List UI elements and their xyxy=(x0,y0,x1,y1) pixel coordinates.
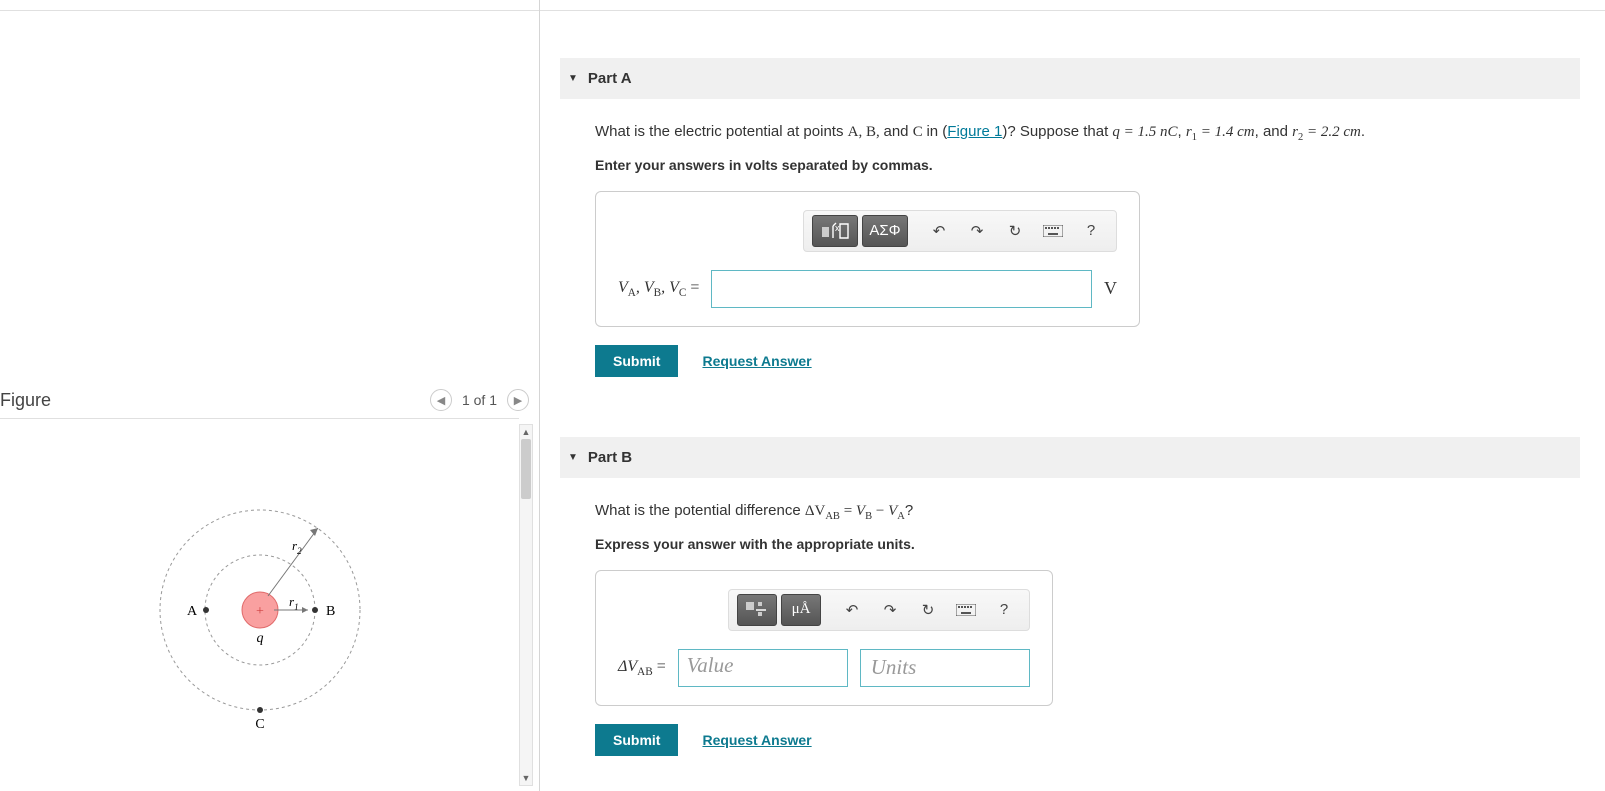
part-b-toolbar: μÅ ↶ ↷ ↻ ? xyxy=(728,589,1030,631)
figure-header: Figure ◀ 1 of 1 ▶ xyxy=(0,386,539,414)
figure-diagram: + q A B C r1 r2 xyxy=(90,470,430,760)
part-a-submit-button[interactable]: Submit xyxy=(595,345,678,377)
part-a-label: VA, VB, VC = xyxy=(618,279,699,299)
help-button[interactable]: ? xyxy=(1074,215,1108,247)
help-button[interactable]: ? xyxy=(987,594,1021,626)
figure-scrollbar[interactable]: ▲ ▼ xyxy=(519,424,533,786)
template-button[interactable] xyxy=(737,594,777,626)
figure-page-indicator: 1 of 1 xyxy=(462,392,497,408)
part-a-request-link[interactable]: Request Answer xyxy=(702,353,811,369)
reset-button[interactable]: ↻ xyxy=(998,215,1032,247)
part-a-answer-box: x ΑΣΦ ↶ ↷ ↻ ? VA, VB, VC = xyxy=(595,191,1140,327)
part-b-title: Part B xyxy=(588,449,632,466)
greek-button[interactable]: ΑΣΦ xyxy=(862,215,908,247)
svg-text:r1: r1 xyxy=(289,594,299,612)
scroll-thumb[interactable] xyxy=(521,439,531,499)
part-b-label: ΔVAB = xyxy=(618,658,666,678)
redo-button[interactable]: ↷ xyxy=(960,215,994,247)
figure-viewport: + q A B C r1 r2 xyxy=(0,420,520,790)
scroll-up-icon[interactable]: ▲ xyxy=(520,425,532,439)
part-a-input[interactable] xyxy=(711,270,1092,308)
part-b-body: What is the potential difference ΔVAB = … xyxy=(560,478,1605,776)
keyboard-button[interactable] xyxy=(949,594,983,626)
part-a-instruction: Enter your answers in volts separated by… xyxy=(595,157,1585,173)
template-button[interactable]: x xyxy=(812,215,858,247)
part-b-header[interactable]: ▼ Part B xyxy=(560,437,1580,478)
figure-panel: Figure ◀ 1 of 1 ▶ + q A B xyxy=(0,0,540,791)
part-a-toolbar: x ΑΣΦ ↶ ↷ ↻ ? xyxy=(803,210,1117,252)
figure-next-button[interactable]: ▶ xyxy=(507,389,529,411)
units-symbol-button[interactable]: μÅ xyxy=(781,594,821,626)
svg-text:+: + xyxy=(256,604,264,619)
reset-button[interactable]: ↻ xyxy=(911,594,945,626)
part-b-request-link[interactable]: Request Answer xyxy=(702,732,811,748)
svg-text:C: C xyxy=(255,717,264,732)
part-b-question: What is the potential difference ΔVAB = … xyxy=(595,498,1585,526)
svg-text:r2: r2 xyxy=(292,538,302,556)
part-b-actions: Submit Request Answer xyxy=(595,724,1585,756)
part-a-title: Part A xyxy=(588,70,632,87)
redo-button[interactable]: ↷ xyxy=(873,594,907,626)
figure-prev-button[interactable]: ◀ xyxy=(430,389,452,411)
part-b-units-input[interactable] xyxy=(860,649,1030,687)
svg-text:A: A xyxy=(187,604,198,619)
svg-text:x: x xyxy=(835,223,840,233)
svg-text:B: B xyxy=(326,604,335,619)
part-b-answer-box: μÅ ↶ ↷ ↻ ? ΔVAB = xyxy=(595,570,1053,706)
part-a-header[interactable]: ▼ Part A xyxy=(560,58,1580,99)
content-panel: ▼ Part A What is the electric potential … xyxy=(540,0,1605,791)
part-b-instruction: Express your answer with the appropriate… xyxy=(595,536,1585,552)
part-b-submit-button[interactable]: Submit xyxy=(595,724,678,756)
part-a-actions: Submit Request Answer xyxy=(595,345,1585,377)
part-a-body: What is the electric potential at points… xyxy=(560,99,1605,397)
figure-link[interactable]: Figure 1 xyxy=(947,123,1002,140)
undo-button[interactable]: ↶ xyxy=(835,594,869,626)
keyboard-button[interactable] xyxy=(1036,215,1070,247)
svg-text:q: q xyxy=(257,631,264,646)
figure-title: Figure xyxy=(0,390,51,411)
part-a-question: What is the electric potential at points… xyxy=(595,119,1585,147)
scroll-down-icon[interactable]: ▼ xyxy=(520,771,532,785)
caret-down-icon: ▼ xyxy=(568,73,578,84)
part-b-value-input[interactable] xyxy=(678,649,848,687)
undo-button[interactable]: ↶ xyxy=(922,215,956,247)
figure-nav: ◀ 1 of 1 ▶ xyxy=(430,389,529,411)
caret-down-icon: ▼ xyxy=(568,452,578,463)
part-a-unit: V xyxy=(1104,278,1117,299)
